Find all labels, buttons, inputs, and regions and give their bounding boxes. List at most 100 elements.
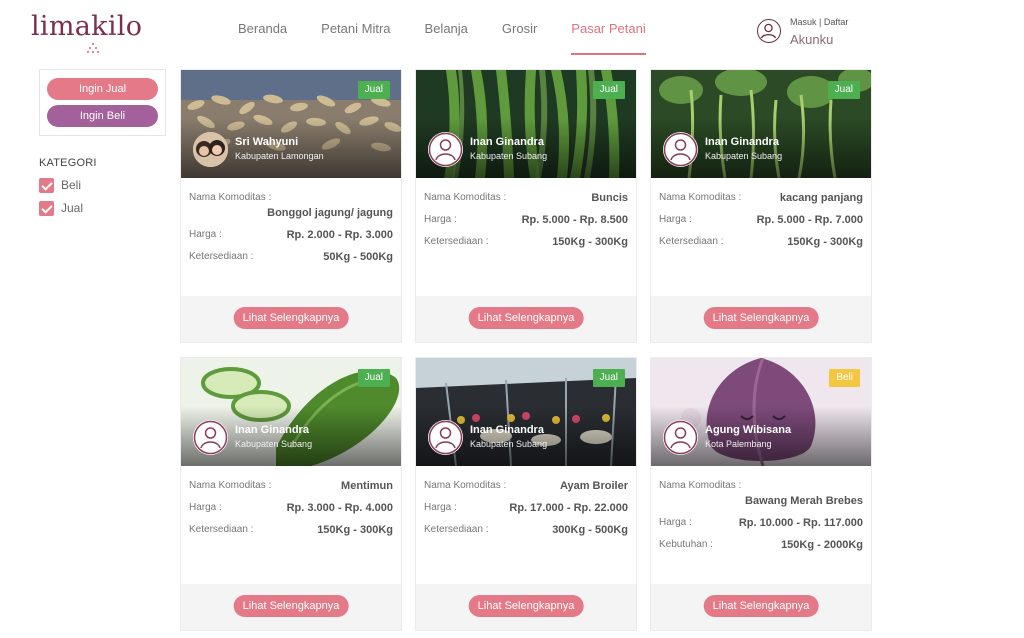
login-register-link[interactable]: Masuk | Daftar <box>790 17 848 27</box>
commodity-label: Nama Komoditas : <box>189 480 272 491</box>
owner-location: Kabupaten Subang <box>470 439 548 449</box>
category-label: Beli <box>61 178 82 192</box>
commodity-label: Nama Komoditas : <box>424 192 507 203</box>
price-label: Harga : <box>659 517 692 528</box>
commodity-value: Bawang Merah Brebes <box>745 495 863 507</box>
quantity-value: 150Kg - 2000Kg <box>781 539 863 551</box>
listing-card: Jual Sri Wahyuni Kabupaten Lamongan Nama… <box>180 69 402 343</box>
price-label: Harga : <box>424 502 457 513</box>
default-user-icon <box>428 420 463 455</box>
commodity-value: Mentimun <box>341 480 393 492</box>
price-value: Rp. 10.000 - Rp. 117.000 <box>738 517 863 529</box>
price-value: Rp. 5.000 - Rp. 7.000 <box>756 214 863 226</box>
quantity-label: Ketersediaan : <box>659 236 724 247</box>
see-more-button[interactable]: Lihat Selengkapnya <box>468 595 584 617</box>
brand-logo[interactable]: limakilo <box>31 12 147 54</box>
card-footer: Lihat Selengkapnya <box>416 296 636 342</box>
user-icon <box>757 19 781 43</box>
see-more-button[interactable]: Lihat Selengkapnya <box>233 595 349 617</box>
see-more-button[interactable]: Lihat Selengkapnya <box>703 595 819 617</box>
quantity-row: Ketersediaan : 50Kg - 500Kg <box>189 251 393 263</box>
owner-name: Sri Wahyuni <box>235 136 299 148</box>
nav-petani-mitra[interactable]: Petani Mitra <box>321 20 390 56</box>
category-title: KATEGORI <box>39 157 97 169</box>
card-footer: Lihat Selengkapnya <box>651 584 871 630</box>
quantity-value: 300Kg - 500Kg <box>552 524 628 536</box>
price-label: Harga : <box>424 214 457 225</box>
owner-location: Kabupaten Subang <box>470 151 548 161</box>
listing-card: Jual Inan Ginandra Kabupaten Subang Nama… <box>415 357 637 631</box>
commodity-row: Nama Komoditas : Bawang Merah Brebes <box>659 480 863 507</box>
listing-type-badge: Jual <box>592 81 625 99</box>
owner-location: Kabupaten Lamongan <box>235 151 324 161</box>
commodity-value: Buncis <box>591 192 628 204</box>
listing-type-badge: Jual <box>592 369 625 387</box>
category-beli[interactable]: Beli <box>39 177 81 193</box>
listing-card: Beli Agung Wibisana Kota Palembang Nama … <box>650 357 872 631</box>
checkbox-checked-icon[interactable] <box>39 200 54 216</box>
card-footer: Lihat Selengkapnya <box>651 296 871 342</box>
owner-name: Inan Ginandra <box>470 136 544 148</box>
nav-beranda[interactable]: Beranda <box>238 20 287 56</box>
nav-grosir[interactable]: Grosir <box>502 20 537 56</box>
price-row: Harga : Rp. 3.000 - Rp. 4.000 <box>189 502 393 514</box>
commodity-row: Nama Komoditas : Ayam Broiler <box>424 480 628 492</box>
see-more-button[interactable]: Lihat Selengkapnya <box>468 307 584 329</box>
price-row: Harga : Rp. 10.000 - Rp. 117.000 <box>659 517 863 529</box>
brand-name: limakilo <box>31 11 143 42</box>
see-more-button[interactable]: Lihat Selengkapnya <box>703 307 819 329</box>
account-menu[interactable]: Masuk | Daftar Akunku <box>757 17 877 51</box>
default-user-icon <box>428 132 463 167</box>
price-row: Harga : Rp. 5.000 - Rp. 8.500 <box>424 214 628 226</box>
quantity-row: Ketersediaan : 150Kg - 300Kg <box>659 236 863 248</box>
see-more-button[interactable]: Lihat Selengkapnya <box>233 307 349 329</box>
quantity-label: Ketersediaan : <box>424 236 489 247</box>
owner-location: Kota Palembang <box>705 439 772 449</box>
quantity-label: Ketersediaan : <box>189 251 254 262</box>
owner-location: Kabupaten Subang <box>705 151 783 161</box>
listing-card: Jual Inan Ginandra Kabupaten Subang Nama… <box>650 69 872 343</box>
default-user-icon <box>193 420 228 455</box>
logo-dots-icon <box>87 43 99 53</box>
quantity-row: Ketersediaan : 150Kg - 300Kg <box>424 236 628 248</box>
default-user-icon <box>663 420 698 455</box>
owner-name: Agung Wibisana <box>705 424 792 436</box>
commodity-row: Nama Komoditas : kacang panjang <box>659 192 863 204</box>
listing-card: Jual Inan Ginandra Kabupaten Subang Nama… <box>180 357 402 631</box>
want-sell-button[interactable]: Ingin Jual <box>47 78 158 100</box>
quantity-row: Ketersediaan : 150Kg - 300Kg <box>189 524 393 536</box>
quantity-value: 150Kg - 300Kg <box>787 236 863 248</box>
price-row: Harga : Rp. 17.000 - Rp. 22.000 <box>424 502 628 514</box>
card-footer: Lihat Selengkapnya <box>416 584 636 630</box>
owner-name: Inan Ginandra <box>235 424 309 436</box>
owner-name: Inan Ginandra <box>470 424 544 436</box>
price-row: Harga : Rp. 2.000 - Rp. 3.000 <box>189 229 393 241</box>
quantity-value: 150Kg - 300Kg <box>552 236 628 248</box>
listing-type-badge: Jual <box>827 81 860 99</box>
price-label: Harga : <box>189 502 222 513</box>
quantity-value: 150Kg - 300Kg <box>317 524 393 536</box>
account-label[interactable]: Akunku <box>790 32 833 47</box>
quantity-label: Kebutuhan : <box>659 539 713 550</box>
nav-pasar-petani[interactable]: Pasar Petani <box>571 20 647 56</box>
main-nav: Beranda Petani Mitra Belanja Grosir Pasa… <box>238 20 680 56</box>
category-jual[interactable]: Jual <box>39 200 83 216</box>
category-label: Jual <box>61 201 84 215</box>
price-value: Rp. 3.000 - Rp. 4.000 <box>286 502 393 514</box>
default-user-icon <box>663 132 698 167</box>
price-value: Rp. 17.000 - Rp. 22.000 <box>509 502 628 514</box>
checkbox-checked-icon[interactable] <box>39 177 54 193</box>
commodity-value: kacang panjang <box>779 192 863 204</box>
commodity-row: Nama Komoditas : Bonggol jagung/ jagung <box>189 192 393 219</box>
owner-location: Kabupaten Subang <box>235 439 313 449</box>
listing-type-badge: Jual <box>357 369 390 387</box>
price-value: Rp. 5.000 - Rp. 8.500 <box>521 214 628 226</box>
nav-belanja[interactable]: Belanja <box>425 20 468 56</box>
price-value: Rp. 2.000 - Rp. 3.000 <box>286 229 393 241</box>
want-buy-button[interactable]: Ingin Beli <box>47 105 158 127</box>
quantity-row: Kebutuhan : 150Kg - 2000Kg <box>659 539 863 551</box>
commodity-label: Nama Komoditas : <box>424 480 507 491</box>
quantity-value: 50Kg - 500Kg <box>323 251 393 263</box>
listing-type-badge: Jual <box>357 81 390 99</box>
listing-card: Jual Inan Ginandra Kabupaten Subang Nama… <box>415 69 637 343</box>
